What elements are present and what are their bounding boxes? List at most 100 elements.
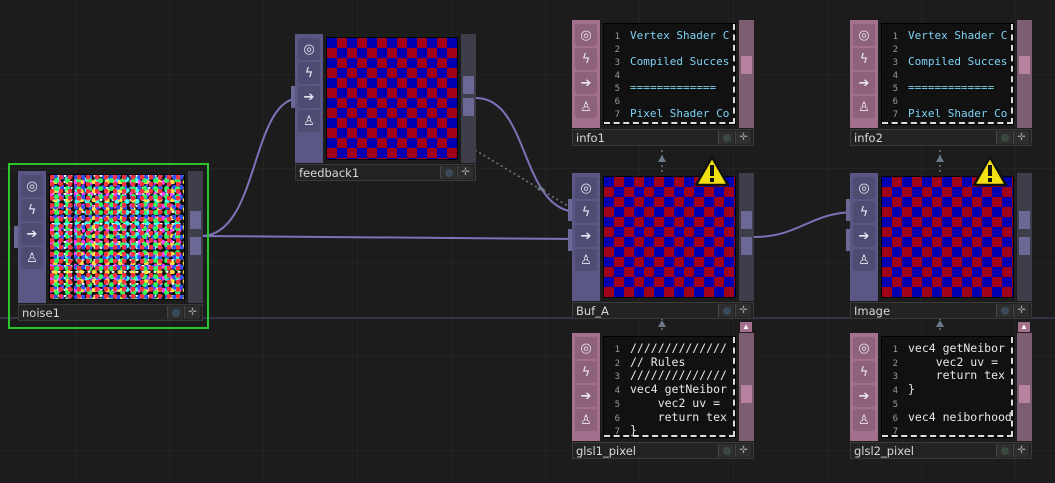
line-number: 6 (892, 97, 898, 107)
viewer-toggle-button[interactable] (996, 444, 1012, 457)
lightning-icon[interactable]: ϟ (853, 48, 875, 70)
node-name: info2 (854, 131, 883, 145)
add-icon[interactable]: ✛ (457, 166, 473, 179)
node-glsl2-pixel[interactable]: ◎ ϟ ➔ ♙ 1 vec4 getNeibor 2 vec2 uv = 3 retu… (850, 333, 1032, 459)
node-name-bar[interactable]: glsl2_pixel ✛ (850, 442, 1032, 459)
viewer-toggle-button[interactable] (167, 306, 183, 319)
lock-icon[interactable]: ♙ (21, 247, 43, 269)
output-connector-bar[interactable] (188, 171, 203, 303)
viewer-toggle-icon[interactable]: ◎ (853, 24, 875, 46)
node-info1[interactable]: ◎ ϟ ➔ ♙ 1 Vertex Shader C 2 3 Compiled Succe… (572, 20, 754, 146)
line-text: vec4 getNeibor (630, 382, 727, 397)
viewer-toggle-button[interactable] (440, 166, 456, 179)
viewer-toggle-button[interactable] (996, 131, 1012, 144)
viewer-toggle-icon[interactable]: ◎ (575, 177, 597, 199)
viewer-toggle-button[interactable] (718, 444, 734, 457)
line-number: 4 (892, 71, 898, 81)
output-connector-bar[interactable] (1017, 333, 1032, 441)
code-line: 5 ============= (604, 82, 735, 95)
line-text: ////////////// (630, 341, 727, 355)
lock-icon[interactable]: ♙ (298, 110, 320, 132)
output-connector-bar[interactable] (461, 34, 476, 163)
output-connector-bar[interactable] (1017, 173, 1032, 301)
arrow-right-icon[interactable]: ➔ (853, 385, 875, 407)
arrow-right-icon[interactable]: ➔ (575, 72, 597, 94)
output-connector-bar[interactable] (1017, 20, 1032, 128)
add-icon[interactable]: ✛ (735, 131, 751, 144)
node-info2[interactable]: ◎ ϟ ➔ ♙ 1 Vertex Shader C 2 3 Compiled Succe… (850, 20, 1032, 146)
arrow-right-icon[interactable]: ➔ (298, 86, 320, 108)
lock-icon[interactable]: ♙ (575, 249, 597, 271)
line-number: 1 (892, 32, 898, 42)
lightning-icon[interactable]: ϟ (575, 48, 597, 70)
line-text: ============= (630, 81, 717, 94)
arrow-right-icon[interactable]: ➔ (853, 225, 875, 247)
lightning-icon[interactable]: ϟ (575, 361, 597, 383)
lock-icon[interactable]: ♙ (853, 409, 875, 431)
arrow-right-icon[interactable]: ➔ (853, 72, 875, 94)
code-text-viewer: 1 vec4 getNeibor 2 vec2 uv = 3 return tex 4}… (881, 336, 1014, 438)
line-text: Pixel Shader Co (908, 107, 1008, 120)
wire-noise1-bufa (200, 235, 579, 240)
add-icon[interactable]: ✛ (1013, 304, 1029, 317)
viewer-toggle-icon[interactable]: ◎ (853, 337, 875, 359)
code-line: 3 return tex (882, 370, 1013, 384)
lightning-icon[interactable]: ϟ (21, 199, 43, 221)
add-icon[interactable]: ✛ (184, 306, 200, 319)
line-text: Pixel Shader Co (630, 107, 730, 120)
lock-icon[interactable]: ♙ (575, 409, 597, 431)
pin-icon[interactable]: ▲ (1018, 322, 1030, 332)
node-name-bar[interactable]: Image ✛ (850, 302, 1032, 319)
wire-feedback1-bufa (475, 97, 579, 213)
node-glsl1-pixel[interactable]: ◎ ϟ ➔ ♙ 1 ////////////// 2 // Rules 3 ///////… (572, 333, 754, 459)
node-feedback1[interactable]: ◎ ϟ ➔ ♙ feedback1 ✛ (291, 34, 476, 181)
node-image[interactable]: ◎ ϟ ➔ ♙ Image ✛ (846, 173, 1032, 319)
add-icon[interactable]: ✛ (735, 304, 751, 317)
viewer-toggle-icon[interactable]: ◎ (575, 337, 597, 359)
code-line: 4} (882, 383, 1013, 398)
add-icon[interactable]: ✛ (1013, 131, 1029, 144)
lightning-icon[interactable]: ϟ (575, 201, 597, 223)
line-text: Vertex Shader C (908, 29, 1008, 42)
output-connector-bar[interactable] (739, 333, 754, 441)
node-name-bar[interactable]: noise1 ✛ (18, 304, 203, 321)
lock-icon[interactable]: ♙ (853, 96, 875, 118)
viewer-toggle-icon[interactable]: ◎ (21, 175, 43, 197)
lightning-icon[interactable]: ϟ (298, 62, 320, 84)
lightning-icon[interactable]: ϟ (853, 361, 875, 383)
add-icon[interactable]: ✛ (1013, 444, 1029, 457)
line-text: Compiled Succes (908, 55, 1008, 68)
add-icon[interactable]: ✛ (735, 444, 751, 457)
node-name-bar[interactable]: feedback1 ✛ (295, 164, 476, 181)
arrow-right-icon[interactable]: ➔ (21, 223, 43, 245)
viewer-toggle-button[interactable] (996, 304, 1012, 317)
line-text: Compiled Succes (630, 55, 730, 68)
lightning-icon[interactable]: ϟ (853, 201, 875, 223)
line-number: 4 (614, 71, 620, 81)
lock-icon[interactable]: ♙ (575, 96, 597, 118)
pin-icon[interactable]: ▲ (740, 322, 752, 332)
line-text: return tex (630, 409, 727, 424)
line-number: 1 (892, 345, 898, 355)
warning-icon[interactable] (972, 155, 1008, 187)
node-name-bar[interactable]: glsl1_pixel ✛ (572, 442, 754, 459)
arrow-right-icon[interactable]: ➔ (575, 225, 597, 247)
viewer-toggle-icon[interactable]: ◎ (853, 177, 875, 199)
arrow-right-icon[interactable]: ➔ (575, 385, 597, 407)
line-number: 2 (892, 45, 898, 55)
output-connector-bar[interactable] (739, 173, 754, 301)
node-name: info1 (576, 131, 605, 145)
node-name-bar[interactable]: info2 ✛ (850, 129, 1032, 146)
line-text: // Rules (630, 354, 686, 369)
node-name-bar[interactable]: Buf_A ✛ (572, 302, 754, 319)
viewer-toggle-icon[interactable]: ◎ (575, 24, 597, 46)
viewer-toggle-icon[interactable]: ◎ (298, 38, 320, 60)
node-buf-a[interactable]: ◎ ϟ ➔ ♙ Buf_A ✛ (568, 173, 754, 319)
output-connector-bar[interactable] (739, 20, 754, 128)
lock-icon[interactable]: ♙ (853, 249, 875, 271)
viewer-toggle-button[interactable] (718, 131, 734, 144)
viewer-toggle-button[interactable] (718, 304, 734, 317)
node-name-bar[interactable]: info1 ✛ (572, 129, 754, 146)
node-noise1[interactable]: ◎ ϟ ➔ ♙ noise1 ✛ (8, 163, 209, 329)
warning-icon[interactable] (694, 155, 730, 187)
